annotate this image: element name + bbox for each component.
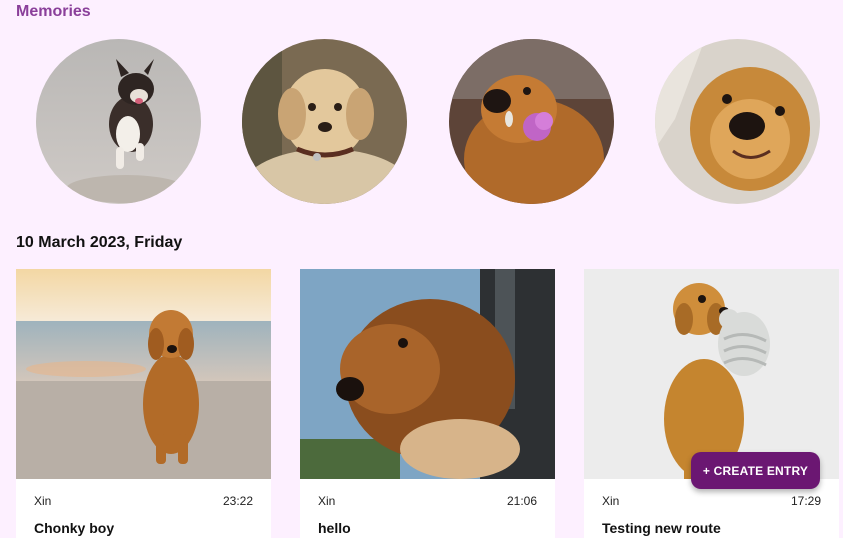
memories-heading: Memories bbox=[16, 3, 91, 20]
entry-title: Chonky boy bbox=[34, 520, 115, 536]
entry-author: Xin bbox=[34, 494, 52, 508]
entry-card[interactable]: Xin 23:22 Chonky boy bbox=[16, 269, 271, 538]
journal-page: Memories 10 March 2023, Friday Xin 23:22… bbox=[0, 0, 843, 538]
dog-photo bbox=[242, 39, 407, 204]
memory-photo-3[interactable] bbox=[449, 39, 614, 204]
entry-photo bbox=[300, 269, 555, 479]
dog-photo bbox=[655, 39, 820, 204]
dog-with-toy-photo bbox=[584, 269, 839, 479]
entry-author: Xin bbox=[318, 494, 336, 508]
dog-car-window-photo bbox=[300, 269, 555, 479]
dog-photo bbox=[36, 39, 201, 204]
memory-photo-2[interactable] bbox=[242, 39, 407, 204]
memory-photo-4[interactable] bbox=[655, 39, 820, 204]
entry-photo bbox=[16, 269, 271, 479]
create-entry-button[interactable]: + CREATE ENTRY bbox=[691, 452, 820, 489]
entry-time: 23:22 bbox=[222, 494, 253, 508]
entry-card[interactable]: Xin 17:29 Testing new route bbox=[584, 269, 839, 538]
date-heading: 10 March 2023, Friday bbox=[16, 234, 183, 251]
entry-title: Testing new route bbox=[602, 520, 721, 536]
memory-photo-1[interactable] bbox=[36, 39, 201, 204]
entry-title: hello bbox=[318, 520, 351, 536]
memories-carousel bbox=[0, 39, 843, 204]
entry-time: 17:29 bbox=[790, 494, 821, 508]
entry-meta: Xin 21:06 hello bbox=[300, 479, 555, 538]
entry-photo bbox=[584, 269, 839, 479]
entry-card[interactable]: Xin 21:06 hello bbox=[300, 269, 555, 538]
entry-meta: Xin 23:22 Chonky boy bbox=[16, 479, 271, 538]
dog-photo bbox=[449, 39, 614, 204]
entry-author: Xin bbox=[602, 494, 620, 508]
entry-time: 21:06 bbox=[506, 494, 537, 508]
dog-beach-photo bbox=[16, 269, 271, 479]
